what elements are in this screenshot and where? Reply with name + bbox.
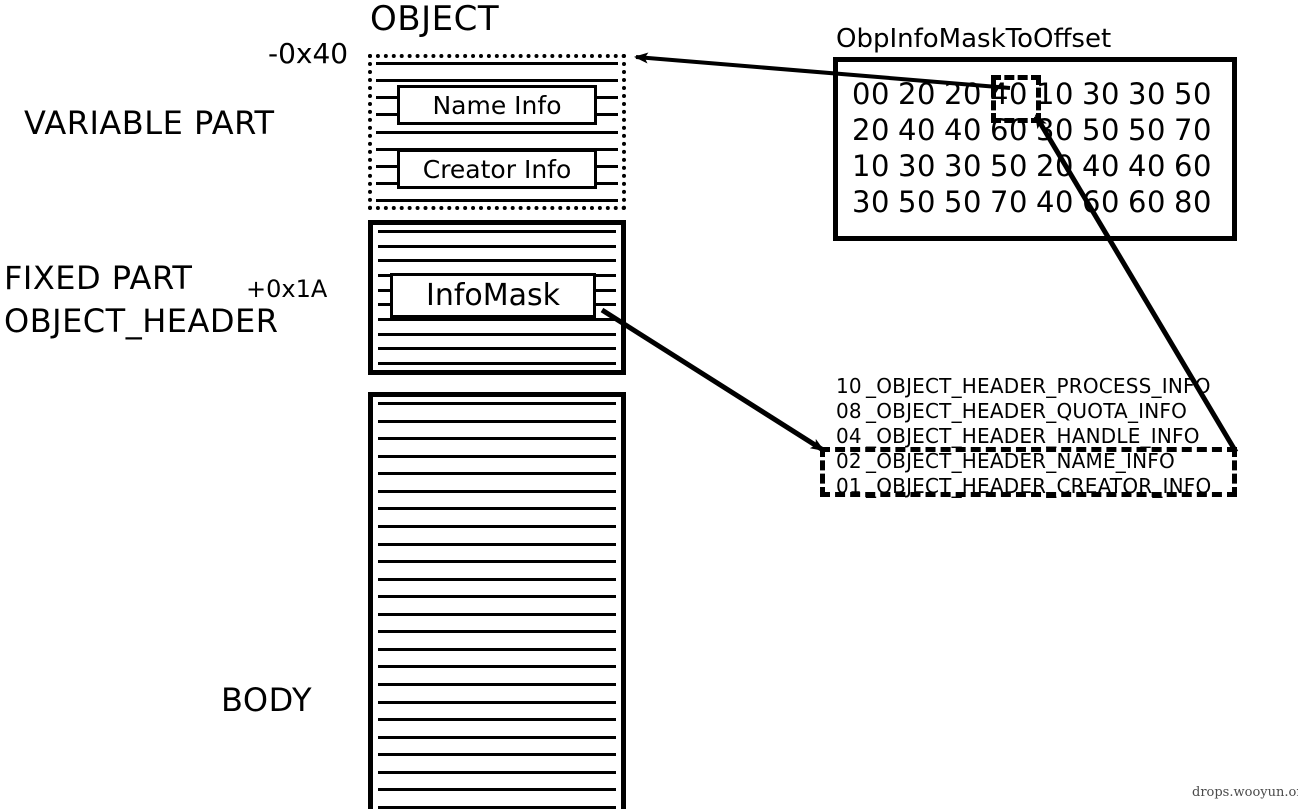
table-cell: 30 [898, 149, 936, 183]
memory-row-line [376, 62, 618, 65]
table-row: 30 50 50 70 40 60 60 80 [852, 184, 1232, 220]
memory-row-line [378, 244, 616, 248]
table-cell: 20 [898, 77, 936, 111]
memory-row-line [376, 79, 618, 83]
table-cell: 60 [1174, 149, 1212, 183]
diagram-canvas: OBJECT -0x40 VARIABLE PART FIXED PART +0… [0, 0, 1298, 809]
memory-row-line [378, 753, 616, 757]
memory-row-line [378, 805, 616, 809]
memory-row-line [378, 577, 616, 581]
infomask-label: InfoMask [425, 277, 561, 313]
memory-row-line [378, 595, 616, 599]
table-cell: 70 [990, 185, 1028, 219]
table-cell: 50 [1082, 113, 1120, 147]
memory-row-line [378, 560, 616, 564]
memory-row-line [378, 347, 616, 351]
table-row: 00 20 20 40 10 30 30 50 [852, 76, 1232, 112]
creator-info-field: Creator Info [397, 149, 597, 189]
memory-row-line [378, 402, 616, 405]
legend-name: _OBJECT_HEADER_PROCESS_INFO [866, 374, 1211, 398]
table-cell: 50 [990, 149, 1028, 183]
legend-item: 10 _OBJECT_HEADER_PROCESS_INFO [836, 374, 1246, 399]
lookup-table-title: ObpInfoMaskToOffset [836, 24, 1112, 54]
memory-row-line [376, 199, 618, 202]
memory-row-line [378, 647, 616, 651]
table-cell: 50 [944, 185, 982, 219]
memory-row-line [378, 718, 616, 722]
offset-label-infomask: +0x1A [246, 275, 328, 303]
watermark: drops.wooyun.org [1192, 785, 1298, 800]
memory-row-line [378, 472, 616, 476]
object-header-label: OBJECT_HEADER [4, 302, 279, 340]
table-cell: 30 [1128, 77, 1166, 111]
table-cell: 50 [1174, 77, 1212, 111]
memory-row-line [378, 489, 616, 493]
legend-item: 08 _OBJECT_HEADER_QUOTA_INFO [836, 399, 1246, 424]
page-title: OBJECT [370, 0, 500, 39]
table-cell: 50 [898, 185, 936, 219]
table-cell: 10 [1036, 77, 1074, 111]
memory-row-line [378, 612, 616, 616]
table-cell: 20 [1036, 149, 1074, 183]
legend-highlight-box [820, 447, 1237, 497]
creator-info-label: Creator Info [422, 154, 572, 184]
memory-row-line [378, 332, 616, 336]
legend-item: 04 _OBJECT_HEADER_HANDLE_INFO [836, 424, 1246, 449]
variable-part-label: VARIABLE PART [24, 104, 275, 142]
memory-row-line [378, 683, 616, 686]
legend-code: 08 [836, 399, 862, 423]
table-cell: 30 [1036, 113, 1074, 147]
memory-row-line [378, 419, 616, 423]
table-cell: 50 [1128, 113, 1166, 147]
memory-row-line [378, 770, 616, 774]
table-cell: 40 [1036, 185, 1074, 219]
memory-row-line [378, 788, 616, 792]
legend-code: 04 [836, 424, 862, 448]
table-cell: 30 [852, 185, 890, 219]
memory-row-line [378, 230, 616, 233]
memory-row-line [378, 630, 616, 634]
offset-label-top: -0x40 [268, 37, 349, 70]
legend-code: 10 [836, 374, 862, 398]
legend-name: _OBJECT_HEADER_HANDLE_INFO [866, 424, 1200, 448]
memory-row-line [378, 735, 616, 739]
memory-row-line [378, 700, 616, 704]
name-info-field: Name Info [397, 85, 597, 125]
table-cell: 40 [944, 113, 982, 147]
memory-row-line [378, 259, 616, 263]
memory-row-line [378, 665, 616, 669]
table-cell: 70 [1174, 113, 1212, 147]
table-cell: 80 [1174, 185, 1212, 219]
table-cell: 20 [944, 77, 982, 111]
table-cell: 60 [1082, 185, 1120, 219]
memory-row-line [378, 317, 616, 321]
body-block [368, 392, 626, 809]
table-cell: 40 [1128, 149, 1166, 183]
memory-row-line [378, 507, 616, 511]
table-cell: 10 [852, 149, 890, 183]
memory-row-line [378, 542, 616, 546]
table-row: 20 40 40 60 30 50 50 70 [852, 112, 1232, 148]
memory-row-line [378, 524, 616, 528]
infomask-field: InfoMask [390, 273, 596, 318]
table-cell: 00 [852, 77, 890, 111]
table-cell-highlight-box [991, 75, 1041, 123]
memory-row-line [376, 130, 618, 134]
table-cell: 20 [852, 113, 890, 147]
table-cell: 30 [944, 149, 982, 183]
memory-row-line [378, 437, 616, 441]
body-stripes [378, 402, 616, 809]
table-cell: 40 [1082, 149, 1120, 183]
table-cell: 30 [1082, 77, 1120, 111]
arrow-infomask-to-legend [600, 307, 825, 453]
name-info-label: Name Info [432, 90, 562, 120]
body-label: BODY [221, 681, 313, 719]
memory-row-line [378, 454, 616, 458]
table-cell: 60 [1128, 185, 1166, 219]
table-row: 10 30 30 50 20 40 40 60 [852, 148, 1232, 184]
table-cell: 40 [898, 113, 936, 147]
fixed-part-label: FIXED PART [4, 259, 193, 297]
memory-row-line [378, 361, 616, 365]
legend-name: _OBJECT_HEADER_QUOTA_INFO [866, 399, 1188, 423]
